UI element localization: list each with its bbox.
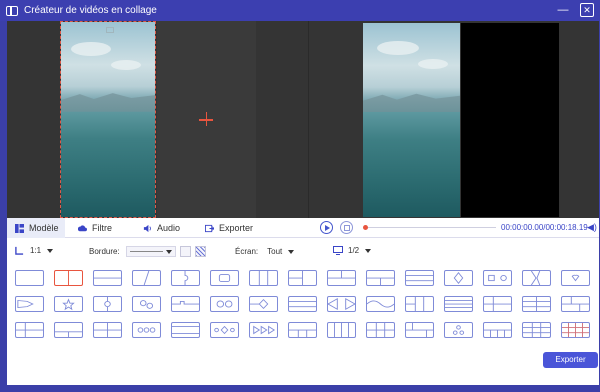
template-thumbnail[interactable] xyxy=(15,270,44,286)
time-display: 00:00:00.00/00:00:18.19 xyxy=(501,223,588,232)
screen-select[interactable]: Tout xyxy=(264,246,298,257)
template-thumbnail[interactable] xyxy=(288,296,317,312)
template-thumbnail[interactable] xyxy=(327,296,356,312)
page-selector[interactable]: 1/2 xyxy=(333,246,372,255)
template-thumbnail[interactable] xyxy=(249,322,278,338)
template-panel: 1:1 Bordure: Écran: Tout 1/2 Exporter xyxy=(7,238,599,385)
tab-filtre[interactable]: Filtre xyxy=(78,218,112,238)
output-preview xyxy=(363,23,559,217)
template-thumbnail[interactable] xyxy=(15,296,44,312)
preview-cell-1 xyxy=(363,23,460,217)
template-thumbnail[interactable] xyxy=(171,270,200,286)
page-caret-icon xyxy=(365,248,372,253)
template-thumbnail[interactable] xyxy=(522,270,551,286)
template-thumbnail[interactable] xyxy=(327,322,356,338)
template-thumbnail[interactable] xyxy=(405,296,434,312)
tab-modele[interactable]: Modèle xyxy=(7,218,65,238)
template-thumbnail[interactable] xyxy=(405,270,434,286)
template-thumbnail[interactable] xyxy=(249,296,278,312)
export-icon xyxy=(205,224,214,232)
template-thumbnail[interactable] xyxy=(405,322,434,338)
volume-icon[interactable]: ◀) xyxy=(587,222,597,233)
template-thumbnail[interactable] xyxy=(288,270,317,286)
template-thumbnail[interactable] xyxy=(210,296,239,312)
cell-grid-icon xyxy=(106,27,114,33)
template-thumbnail[interactable] xyxy=(366,322,395,338)
template-thumbnail[interactable] xyxy=(522,296,551,312)
template-icon xyxy=(15,223,24,233)
timeline-track[interactable] xyxy=(368,227,496,228)
template-thumbnail[interactable] xyxy=(561,322,590,338)
template-thumbnail[interactable] xyxy=(171,322,200,338)
template-thumbnail[interactable] xyxy=(171,296,200,312)
speaker-icon xyxy=(143,224,151,232)
screen-option: Écran: Tout xyxy=(235,246,298,257)
tab-exporter-label: Exporter xyxy=(219,223,254,233)
close-button[interactable]: ✕ xyxy=(580,3,594,17)
border-color-button[interactable] xyxy=(179,246,191,257)
ratio-value: 1:1 xyxy=(30,246,42,255)
ratio-selector[interactable]: 1:1 xyxy=(15,246,54,255)
sea-video-thumbnail xyxy=(61,22,155,217)
filter-cloud-icon xyxy=(78,224,87,231)
template-thumbnail[interactable] xyxy=(561,296,590,312)
app-logo-icon xyxy=(6,5,18,16)
template-grid xyxy=(15,270,590,338)
border-option: Bordure: xyxy=(89,246,206,257)
template-thumbnail[interactable] xyxy=(249,270,278,286)
edit-canvas xyxy=(60,21,256,218)
screen-label: Écran: xyxy=(235,247,259,256)
tab-audio-label: Audio xyxy=(157,223,181,233)
template-thumbnail[interactable] xyxy=(54,322,83,338)
template-thumbnail[interactable] xyxy=(444,270,473,286)
page-value: 1/2 xyxy=(348,246,360,255)
tab-exporter[interactable]: Exporter xyxy=(205,218,253,238)
template-thumbnail[interactable] xyxy=(483,322,512,338)
screen-value: Tout xyxy=(267,247,283,256)
template-thumbnail[interactable] xyxy=(93,322,122,338)
app-window: Créateur de vidéos en collage — ✕ Modèle… xyxy=(0,0,600,392)
export-button[interactable]: Exporter xyxy=(543,352,598,368)
ratio-caret-icon xyxy=(47,248,54,253)
tab-filtre-label: Filtre xyxy=(92,223,112,233)
template-thumbnail[interactable] xyxy=(54,296,83,312)
template-thumbnail[interactable] xyxy=(561,270,590,286)
template-thumbnail[interactable] xyxy=(210,270,239,286)
template-thumbnail[interactable] xyxy=(366,296,395,312)
collage-cell-1[interactable] xyxy=(60,21,156,218)
template-thumbnail[interactable] xyxy=(210,322,239,338)
border-label: Bordure: xyxy=(89,247,120,256)
template-thumbnail[interactable] xyxy=(444,322,473,338)
border-pattern-button[interactable] xyxy=(194,246,206,257)
template-thumbnail[interactable] xyxy=(483,296,512,312)
tab-and-player-bar: Modèle Filtre Audio Exporter 00:00:00.00… xyxy=(7,218,599,238)
template-thumbnail[interactable] xyxy=(132,296,161,312)
template-thumbnail[interactable] xyxy=(522,322,551,338)
template-thumbnail[interactable] xyxy=(15,322,44,338)
preview-cell-2 xyxy=(461,23,559,217)
template-thumbnail[interactable] xyxy=(132,322,161,338)
window-title: Créateur de vidéos en collage xyxy=(24,5,157,16)
play-button[interactable] xyxy=(320,221,333,234)
template-thumbnail[interactable] xyxy=(132,270,161,286)
template-thumbnail[interactable] xyxy=(93,270,122,286)
preview-area xyxy=(7,21,599,218)
minimize-button[interactable]: — xyxy=(556,3,570,17)
border-style-select[interactable] xyxy=(125,246,176,257)
ratio-icon xyxy=(15,246,24,255)
collage-cell-2[interactable] xyxy=(157,21,256,218)
template-thumbnail[interactable] xyxy=(54,270,83,286)
monitor-icon xyxy=(333,246,343,255)
template-thumbnail[interactable] xyxy=(288,322,317,338)
template-thumbnail[interactable] xyxy=(327,270,356,286)
title-bar: Créateur de vidéos en collage — ✕ xyxy=(0,0,600,21)
template-thumbnail[interactable] xyxy=(366,270,395,286)
stop-button[interactable] xyxy=(340,221,353,234)
template-thumbnail[interactable] xyxy=(93,296,122,312)
tab-modele-label: Modèle xyxy=(29,223,59,233)
template-thumbnail[interactable] xyxy=(483,270,512,286)
tab-audio[interactable]: Audio xyxy=(143,218,180,238)
preview-divider xyxy=(308,21,309,218)
template-thumbnail[interactable] xyxy=(444,296,473,312)
